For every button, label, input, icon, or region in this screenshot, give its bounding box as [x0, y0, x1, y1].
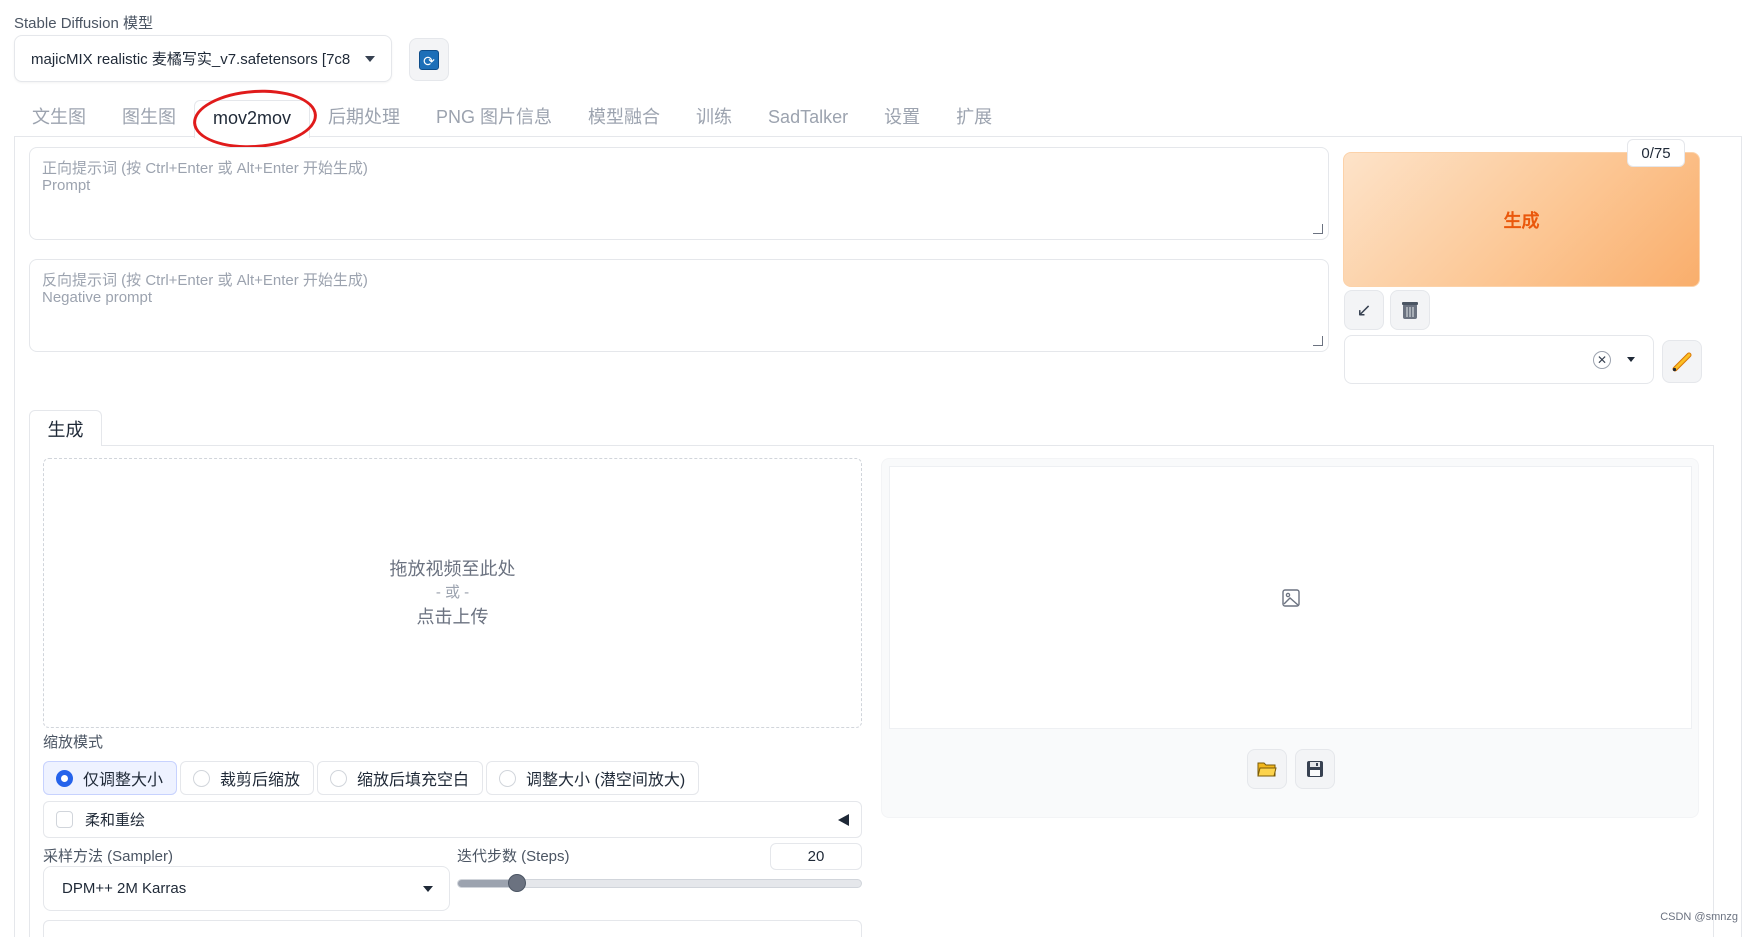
radio-label: 裁剪后缩放: [220, 772, 301, 789]
steps-slider-thumb[interactable]: [508, 874, 526, 892]
tab-extensions[interactable]: 扩展: [938, 100, 1010, 136]
refresh-icon: ⟳: [419, 49, 439, 70]
resize-mode-label: 缩放模式: [43, 734, 104, 751]
prompt-placeholder-en: Prompt: [42, 177, 91, 194]
collapse-triangle-icon[interactable]: [838, 813, 849, 826]
tab-settings[interactable]: 设置: [866, 100, 938, 136]
dropzone-text-drag: 拖放视频至此处: [389, 559, 516, 579]
chevron-down-icon: [365, 55, 375, 62]
folder-icon: [1257, 762, 1277, 777]
radio-label: 调整大小 (潜空间放大): [526, 772, 686, 789]
open-folder-button[interactable]: [1247, 749, 1287, 789]
arrow-down-left-icon: ↙: [1356, 299, 1372, 320]
tab-img2img[interactable]: 图生图: [104, 100, 194, 136]
clear-prompt-button[interactable]: [1390, 290, 1430, 330]
resize-handle-icon[interactable]: [1313, 336, 1323, 346]
sampler-select[interactable]: DPM++ 2M Karras: [43, 866, 450, 911]
negative-prompt-input[interactable]: 反向提示词 (按 Ctrl+Enter 或 Alt+Enter 开始生成) Ne…: [29, 259, 1329, 352]
generate-button[interactable]: 生成: [1343, 152, 1700, 287]
radio-icon: [330, 769, 348, 787]
image-icon: [1281, 588, 1300, 607]
main-tabs: 文生图 图生图 mov2mov 后期处理 PNG 图片信息 模型融合 训练 Sa…: [14, 100, 1010, 138]
token-counter: 0/75: [1627, 139, 1685, 167]
watermark: CSDN @smnzg: [1660, 911, 1738, 923]
model-label: Stable Diffusion 模型: [14, 15, 153, 32]
radio-label: 仅调整大小: [83, 772, 164, 789]
sampler-label: 采样方法 (Sampler): [43, 848, 174, 865]
resize-mode-option-latent-upscale[interactable]: 调整大小 (潜空间放大): [486, 761, 700, 795]
trash-icon: [1402, 302, 1418, 319]
pencil-icon: [1672, 352, 1692, 371]
model-select-value: majicMIX realistic 麦橘写实_v7.safetensors […: [31, 51, 351, 68]
edit-styles-button[interactable]: [1662, 340, 1702, 383]
soft-inpainting-checkbox[interactable]: [56, 811, 73, 828]
radio-icon: [499, 769, 517, 787]
resize-mode-option-resize-fill[interactable]: 缩放后填充空白: [317, 761, 484, 795]
resize-mode-option-just-resize[interactable]: 仅调整大小: [43, 761, 178, 795]
save-icon: [1307, 761, 1323, 777]
prompt-input[interactable]: 正向提示词 (按 Ctrl+Enter 或 Alt+Enter 开始生成) Pr…: [29, 147, 1329, 240]
resize-handle-icon[interactable]: [1313, 224, 1323, 234]
negative-prompt-placeholder-en: Negative prompt: [42, 289, 153, 306]
tab-model-merge[interactable]: 模型融合: [570, 100, 678, 136]
tab-txt2img[interactable]: 文生图: [14, 100, 104, 136]
close-icon[interactable]: ✕: [1593, 350, 1611, 369]
prompt-placeholder: 正向提示词 (按 Ctrl+Enter 或 Alt+Enter 开始生成): [42, 160, 368, 177]
next-accordion-row[interactable]: [43, 920, 862, 937]
steps-number-input[interactable]: 20: [770, 843, 862, 870]
dropzone-text-or: - 或 -: [435, 584, 470, 601]
chevron-down-icon: [423, 885, 433, 892]
refresh-model-button[interactable]: ⟳: [409, 38, 449, 81]
styles-select[interactable]: ✕: [1344, 335, 1654, 384]
chevron-down-icon: [1627, 357, 1635, 362]
sampler-value: DPM++ 2M Karras: [62, 880, 187, 897]
video-upload-dropzone[interactable]: 拖放视频至此处 - 或 - 点击上传: [43, 458, 862, 728]
save-button[interactable]: [1295, 749, 1335, 789]
radio-label: 缩放后填充空白: [357, 772, 470, 789]
tab-png-info[interactable]: PNG 图片信息: [418, 100, 570, 136]
resize-mode-option-crop-resize[interactable]: 裁剪后缩放: [180, 761, 315, 795]
steps-label: 迭代步数 (Steps): [457, 848, 570, 865]
tab-extras[interactable]: 后期处理: [310, 100, 418, 136]
resize-mode-radio-group: 仅调整大小 裁剪后缩放 缩放后填充空白 调整大小 (潜空间放大): [43, 761, 700, 795]
tab-train[interactable]: 训练: [678, 100, 750, 136]
soft-inpainting-accordion[interactable]: 柔和重绘: [43, 801, 862, 838]
output-image: [889, 466, 1692, 729]
read-params-button[interactable]: ↙: [1344, 290, 1384, 330]
radio-icon: [193, 769, 211, 787]
dropzone-text-click: 点击上传: [416, 607, 489, 627]
tab-sadtalker[interactable]: SadTalker: [750, 100, 866, 136]
steps-slider-fill: [458, 880, 510, 887]
negative-prompt-placeholder: 反向提示词 (按 Ctrl+Enter 或 Alt+Enter 开始生成): [42, 272, 368, 289]
radio-selected-icon: [56, 769, 73, 787]
tab-generation[interactable]: 生成: [29, 410, 102, 446]
soft-inpainting-label: 柔和重绘: [85, 812, 146, 829]
model-select[interactable]: majicMIX realistic 麦橘写实_v7.safetensors […: [14, 35, 392, 82]
